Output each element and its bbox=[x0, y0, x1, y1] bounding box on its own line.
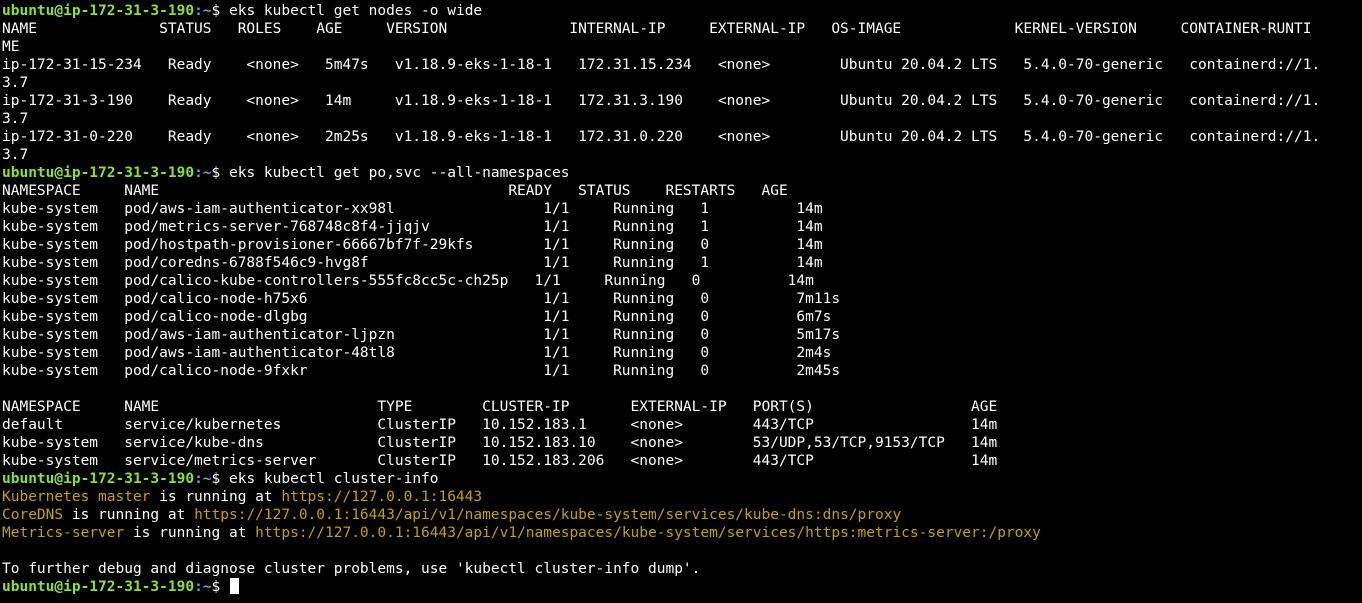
cluster-info-line: Metrics-server is running at https://127… bbox=[2, 524, 1362, 542]
output-line: kube-system pod/metrics-server-768748c8f… bbox=[2, 219, 823, 235]
command-line: ubuntu@ip-172-31-3-190:~$ eks kubectl ge… bbox=[2, 164, 1362, 182]
output-line: NAMESPACE NAME READY STATUS RESTARTS AGE bbox=[2, 183, 788, 199]
output-line: kube-system service/metrics-server Clust… bbox=[2, 453, 998, 469]
command-text: eks kubectl get nodes -o wide bbox=[229, 3, 483, 19]
output-line: kube-system pod/coredns-6788f546c9-hvg8f… bbox=[2, 255, 823, 271]
command-text: eks kubectl cluster-info bbox=[229, 471, 439, 487]
prompt-path: :~ bbox=[194, 579, 212, 595]
service-label: Kubernetes master bbox=[2, 489, 151, 505]
output-line: ME bbox=[2, 39, 20, 55]
service-url-link[interactable]: https://127.0.0.1:16443/api/v1/namespace… bbox=[255, 525, 1041, 541]
output-line: kube-system pod/calico-node-dlgbg 1/1 Ru… bbox=[2, 309, 832, 325]
service-label: CoreDNS bbox=[2, 507, 64, 523]
output-line: ip-172-31-3-190 Ready <none> 14m v1.18.9… bbox=[2, 93, 1321, 109]
prompt-path: :~ bbox=[194, 3, 212, 19]
cluster-info-line: CoreDNS is running at https://127.0.0.1:… bbox=[2, 506, 1362, 524]
prompt-path: :~ bbox=[194, 471, 212, 487]
output-line: NAMESPACE NAME TYPE CLUSTER-IP EXTERNAL-… bbox=[2, 399, 998, 415]
output-line: kube-system pod/hostpath-provisioner-666… bbox=[2, 237, 823, 253]
output-line: kube-system pod/aws-iam-authenticator-lj… bbox=[2, 327, 841, 343]
service-url-link[interactable]: https://127.0.0.1:16443 bbox=[281, 489, 482, 505]
service-label: Metrics-server bbox=[2, 525, 125, 541]
command-text: eks kubectl get po,svc --all-namespaces bbox=[229, 165, 570, 181]
output-line: 3.7 bbox=[2, 147, 29, 163]
prompt-symbol: $ bbox=[211, 165, 229, 181]
output-line: To further debug and diagnose cluster pr… bbox=[2, 561, 701, 577]
output-line: kube-system pod/calico-node-9fxkr 1/1 Ru… bbox=[2, 363, 841, 379]
output-line: kube-system pod/calico-kube-controllers-… bbox=[2, 273, 814, 289]
info-text: is running at bbox=[150, 489, 282, 505]
output-line: ip-172-31-0-220 Ready <none> 2m25s v1.18… bbox=[2, 129, 1321, 145]
prompt-symbol: $ bbox=[211, 3, 229, 19]
prompt-symbol: $ bbox=[211, 471, 229, 487]
text-cursor[interactable] bbox=[230, 578, 239, 594]
output-line: kube-system pod/aws-iam-authenticator-xx… bbox=[2, 201, 823, 217]
prompt-path: :~ bbox=[194, 165, 212, 181]
prompt-user-host: ubuntu@ip-172-31-3-190 bbox=[2, 579, 195, 595]
info-text: is running at bbox=[124, 525, 256, 541]
command-line: ubuntu@ip-172-31-3-190:~$ eks kubectl ge… bbox=[2, 2, 1362, 20]
output-line: 3.7 bbox=[2, 111, 29, 127]
cluster-info-line: Kubernetes master is running at https://… bbox=[2, 488, 1362, 506]
output-line: 3.7 bbox=[2, 75, 29, 91]
prompt-user-host: ubuntu@ip-172-31-3-190 bbox=[2, 165, 195, 181]
command-line: ubuntu@ip-172-31-3-190:~$ eks kubectl cl… bbox=[2, 470, 1362, 488]
info-text: is running at bbox=[63, 507, 195, 523]
output-line: kube-system service/kube-dns ClusterIP 1… bbox=[2, 435, 998, 451]
output-line: kube-system pod/aws-iam-authenticator-48… bbox=[2, 345, 832, 361]
output-line: default service/kubernetes ClusterIP 10.… bbox=[2, 417, 998, 433]
service-url-link[interactable]: https://127.0.0.1:16443/api/v1/namespace… bbox=[194, 507, 901, 523]
prompt-user-host: ubuntu@ip-172-31-3-190 bbox=[2, 3, 195, 19]
active-prompt-line: ubuntu@ip-172-31-3-190:~$ bbox=[2, 578, 1362, 596]
output-line: ip-172-31-15-234 Ready <none> 5m47s v1.1… bbox=[2, 57, 1321, 73]
output-line: kube-system pod/calico-node-h75x6 1/1 Ru… bbox=[2, 291, 841, 307]
terminal-window[interactable]: ubuntu@ip-172-31-3-190:~$ eks kubectl ge… bbox=[0, 0, 1362, 603]
output-line: NAME STATUS ROLES AGE VERSION INTERNAL-I… bbox=[2, 21, 1312, 37]
prompt-symbol: $ bbox=[211, 579, 229, 595]
prompt-user-host: ubuntu@ip-172-31-3-190 bbox=[2, 471, 195, 487]
